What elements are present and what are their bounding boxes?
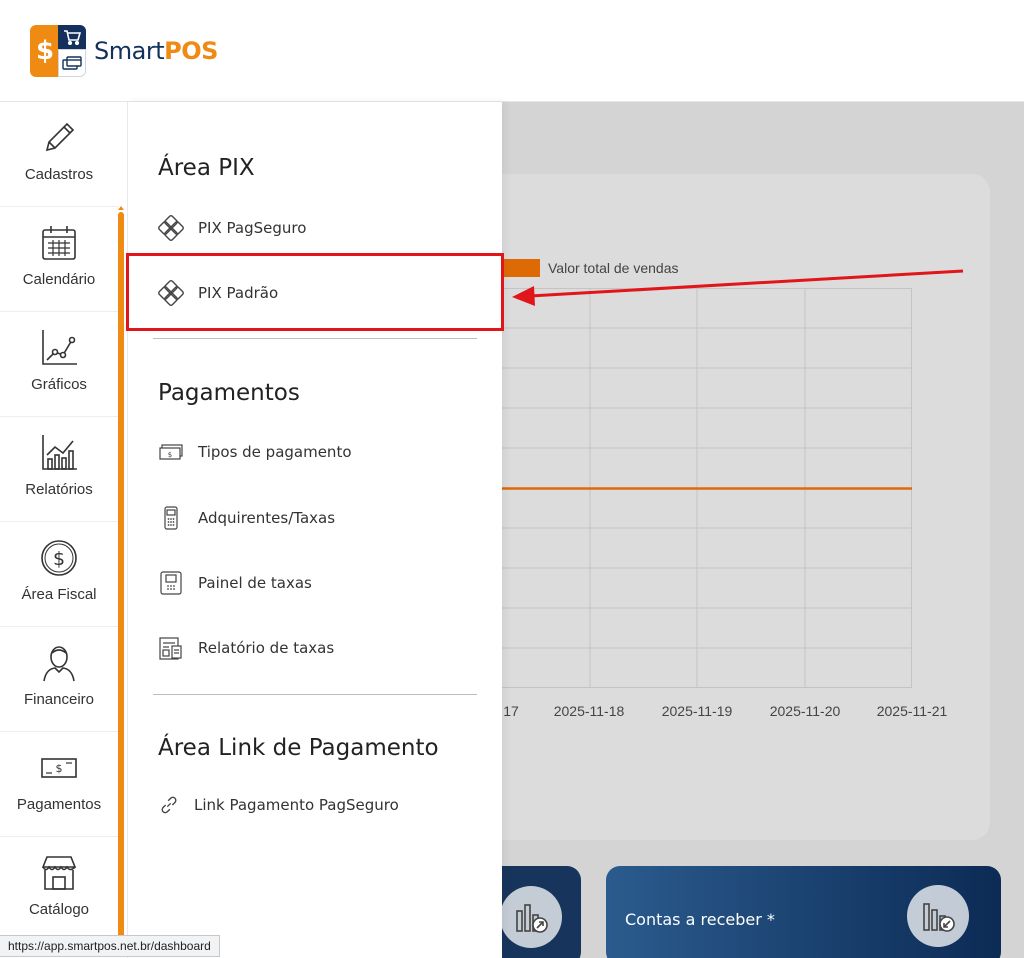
menu-item-relatorio-taxas[interactable]: Relatório de taxas [158, 635, 334, 661]
menu-item-adquirentes-taxas[interactable]: Adquirentes/Taxas [158, 505, 335, 531]
svg-text:$: $ [56, 762, 63, 775]
bar-chart-down-icon [907, 885, 969, 947]
rail-item-calendario[interactable]: Calendário [0, 207, 118, 312]
chart-legend: Valor total de vendas [504, 259, 679, 277]
rail-label: Cadastros [24, 166, 94, 183]
rail-label: Relatórios [25, 481, 93, 498]
menu-item-pix-padrao[interactable]: PIX Padrão [158, 280, 278, 306]
rail-item-pagamentos[interactable]: $ Pagamentos [0, 732, 118, 837]
person-icon [43, 646, 75, 682]
receipt-report-icon [159, 637, 182, 660]
top-header: $ SmartPOS [0, 0, 1024, 102]
rail-scrollbar[interactable] [118, 212, 124, 948]
menu-item-tipos-pagamento[interactable]: $ Tipos de pagamento [158, 439, 352, 465]
logo-mark: $ [30, 23, 86, 79]
rail-item-area-fiscal[interactable]: $ Área Fiscal [0, 522, 118, 627]
bar-chart-icon [42, 435, 77, 470]
rail-item-financeiro[interactable]: Financeiro [0, 627, 118, 732]
pix-icon [158, 215, 184, 241]
rail-item-catalogo[interactable]: Catálogo [0, 837, 118, 942]
svg-text:$: $ [168, 451, 172, 459]
side-nav-rail: Cadastros Calendário Gráficos Relatórios… [0, 102, 128, 958]
menu-item-label: Adquirentes/Taxas [198, 509, 336, 527]
x-tick-label: 2025-11-19 [661, 703, 733, 719]
dollar-circle-icon: $ [41, 540, 77, 576]
rail-item-relatorios[interactable]: Relatórios [0, 417, 118, 522]
svg-text:$: $ [53, 548, 65, 570]
scrollbar-up-arrow[interactable] [118, 206, 124, 210]
dollar-icon: $ [30, 25, 60, 77]
rail-label: Financeiro [23, 691, 95, 708]
x-tick-label: 2025-11-18 [553, 703, 625, 719]
card-title: Contas a receber * [625, 910, 775, 929]
menu-item-label: Link Pagamento PagSeguro [194, 796, 399, 814]
section-title-area-pix: Área PIX [158, 155, 255, 181]
menu-item-label: PIX PagSeguro [198, 219, 307, 237]
rail-label: Catálogo [28, 901, 90, 918]
rail-label: Pagamentos [16, 796, 102, 813]
rail-item-cadastros[interactable]: Cadastros [0, 102, 118, 207]
pencil-icon [45, 122, 75, 152]
card-icon [58, 49, 86, 77]
storefront-icon [41, 856, 77, 890]
calendar-icon [42, 226, 76, 260]
menu-item-label: PIX Padrão [198, 284, 279, 302]
brand-name-part1: Smart [94, 37, 165, 65]
pos-machine-icon [160, 571, 182, 595]
banknote-icon: $ [41, 758, 77, 778]
rail-label: Área Fiscal [21, 586, 97, 603]
link-icon [161, 796, 177, 814]
browser-status-url: https://app.smartpos.net.br/dashboard [0, 935, 220, 957]
section-title-pagamentos: Pagamentos [158, 380, 300, 406]
card-terminal-icon [164, 506, 178, 530]
pix-icon [158, 280, 184, 306]
x-tick-label: 2025-11-21 [876, 703, 948, 719]
section-title-area-link: Área Link de Pagamento [158, 735, 439, 761]
smartpos-logo[interactable]: $ SmartPOS [30, 23, 218, 79]
rail-label: Gráficos [31, 376, 87, 393]
cash-icon: $ [159, 444, 183, 460]
contas-receber-card[interactable]: Contas a receber * [606, 866, 1001, 958]
line-graph-icon [42, 330, 77, 365]
legend-label: Valor total de vendas [548, 260, 679, 276]
legend-swatch [504, 259, 540, 277]
menu-item-label: Painel de taxas [198, 574, 312, 592]
x-tick-label: 2025-11-20 [769, 703, 841, 719]
cart-icon [58, 25, 86, 49]
bar-chart-up-icon [500, 886, 562, 948]
x-tick-label: 17 [503, 703, 519, 719]
brand-name: SmartPOS [94, 37, 218, 65]
rail-item-graficos[interactable]: Gráficos [0, 312, 118, 417]
flyout-menu-pagamentos: Área PIX PIX PagSeguro PIX Padrão Pagame… [128, 102, 502, 958]
menu-item-label: Relatório de taxas [198, 639, 335, 657]
brand-name-part2: POS [164, 37, 218, 65]
menu-item-link-pagseguro[interactable]: Link Pagamento PagSeguro [158, 794, 399, 816]
rail-label: Calendário [22, 271, 96, 288]
menu-item-painel-taxas[interactable]: Painel de taxas [158, 570, 312, 596]
menu-item-label: Tipos de pagamento [198, 443, 352, 461]
section-divider [153, 694, 477, 695]
section-divider [153, 338, 477, 339]
chart-plot-area [480, 288, 912, 688]
menu-item-pix-pagseguro[interactable]: PIX PagSeguro [158, 215, 306, 241]
